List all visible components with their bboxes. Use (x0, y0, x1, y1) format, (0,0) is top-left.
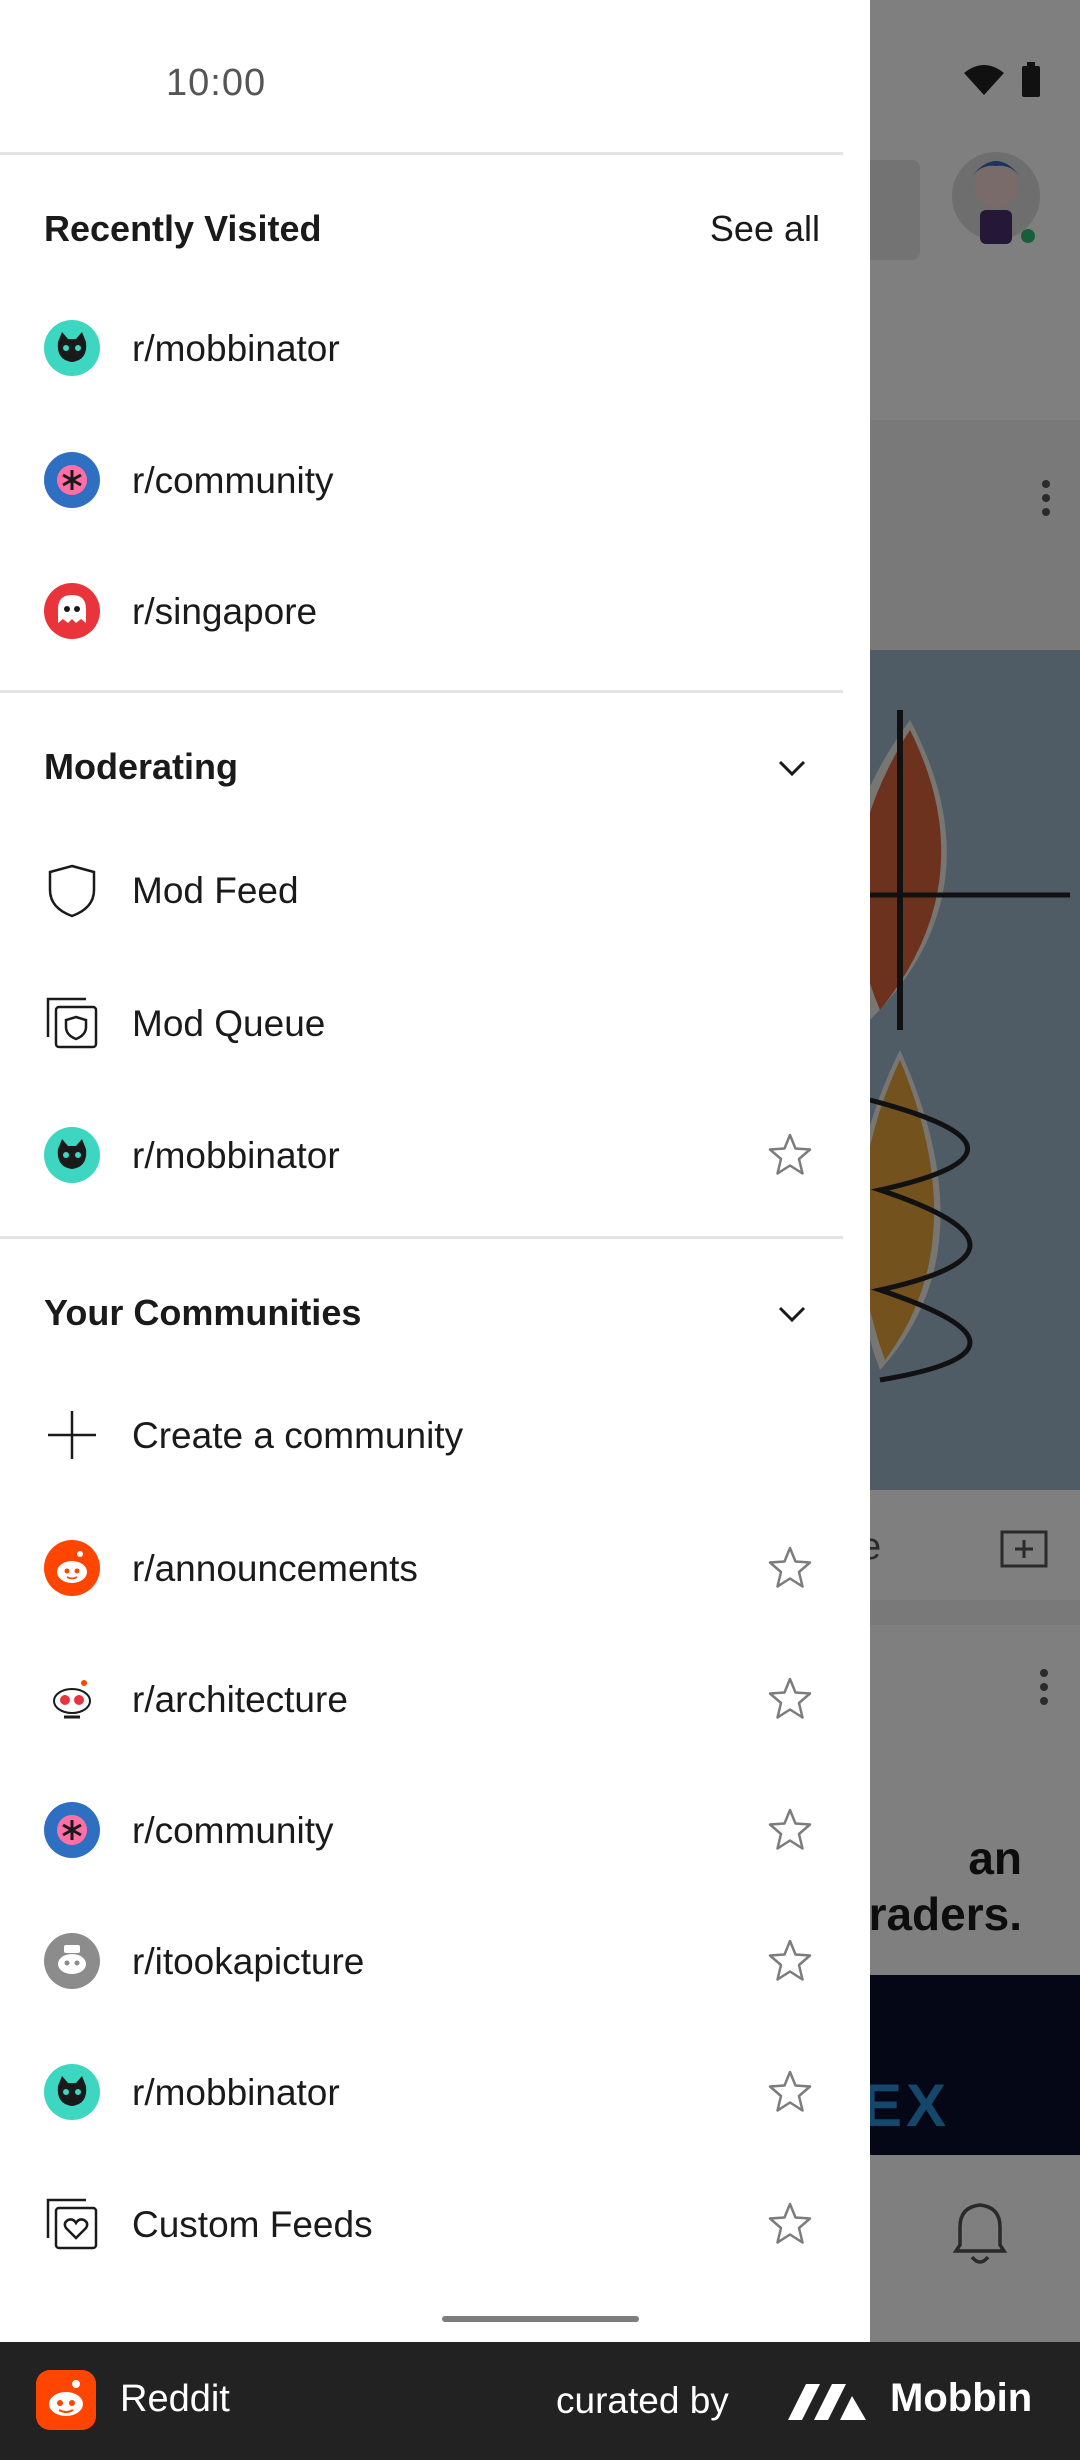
footer-banner: Reddit curated by Mobbin (0, 2342, 1080, 2460)
your-communities-heading: Your Communities (44, 1292, 362, 1333)
community-label: r/announcements (132, 1548, 418, 1589)
mod-queue-icon (46, 997, 98, 1049)
ghost-icon (44, 583, 100, 639)
community-label: r/community (132, 1810, 334, 1851)
mobbin-brand: Mobbin (890, 2376, 1033, 2420)
custom-feeds-label: Custom Feeds (132, 2204, 373, 2245)
community-label: r/itookapicture (132, 1941, 365, 1982)
footer-app-name: Reddit (120, 2378, 230, 2420)
mod-feed-label: Mod Feed (132, 870, 299, 911)
recent-item-community[interactable]: r/community (0, 420, 843, 540)
star-icon[interactable] (766, 1675, 814, 1723)
community-label: r/mobbinator (132, 2072, 340, 2113)
mod-feed-item[interactable]: Mod Feed (0, 830, 843, 950)
star-icon[interactable] (766, 1806, 814, 1854)
custom-feeds-icon (46, 2198, 98, 2250)
divider (0, 152, 843, 155)
mod-queue-item[interactable]: Mod Queue (0, 963, 843, 1083)
cat-icon (44, 320, 100, 376)
navigation-drawer: 10:00 Recently Visited See all r/mobbina… (0, 0, 870, 2342)
home-indicator[interactable] (442, 2316, 639, 2322)
reddit-snoo-icon (44, 1540, 100, 1596)
community-label: r/architecture (132, 1679, 348, 1720)
recent-item-label: r/mobbinator (132, 328, 340, 369)
cat-icon (44, 2064, 100, 2120)
star-icon[interactable] (766, 1937, 814, 1985)
create-community-item[interactable]: Create a community (0, 1375, 843, 1495)
create-community-label: Create a community (132, 1415, 464, 1456)
shield-icon (48, 864, 96, 918)
camera-snoo-icon (44, 1933, 100, 1989)
star-icon[interactable] (766, 2200, 814, 2248)
recent-item-label: r/community (132, 460, 334, 501)
curated-by-label: curated by (556, 2380, 729, 2421)
cat-icon (44, 1127, 100, 1183)
moderating-item-label: r/mobbinator (132, 1135, 340, 1176)
mod-queue-label: Mod Queue (132, 1003, 326, 1044)
community-item-community[interactable]: r/community (0, 1770, 843, 1890)
community-item-architecture[interactable]: r/architecture (0, 1639, 843, 1759)
plus-icon (48, 1411, 96, 1459)
reddit-logo-icon (36, 2370, 96, 2430)
chevron-down-icon[interactable] (774, 1296, 810, 1332)
community-item-itookapicture[interactable]: r/itookapicture (0, 1901, 843, 2021)
recent-item-mobbinator[interactable]: r/mobbinator (0, 288, 843, 408)
divider (0, 1236, 843, 1239)
mobbin-logo-icon (788, 2384, 866, 2420)
star-icon[interactable] (766, 1131, 814, 1179)
chevron-down-icon[interactable] (774, 750, 810, 786)
see-all-link[interactable]: See all (710, 208, 820, 250)
star-icon[interactable] (766, 1544, 814, 1592)
star-icon[interactable] (766, 2068, 814, 2116)
custom-feeds-item[interactable]: Custom Feeds (0, 2164, 843, 2284)
recent-item-label: r/singapore (132, 591, 318, 632)
community-item-mobbinator[interactable]: r/mobbinator (0, 2032, 843, 2152)
recently-visited-heading: Recently Visited (44, 208, 322, 249)
moderating-item-mobbinator[interactable]: r/mobbinator (0, 1095, 843, 1215)
recent-item-singapore[interactable]: r/singapore (0, 551, 843, 671)
asterisk-icon (44, 452, 100, 508)
moderating-heading: Moderating (44, 746, 238, 787)
asterisk-icon (44, 1802, 100, 1858)
community-item-announcements[interactable]: r/announcements (0, 1508, 843, 1628)
status-time: 10:00 (166, 62, 267, 104)
snoo-robot-icon (44, 1671, 100, 1727)
divider (0, 690, 843, 693)
